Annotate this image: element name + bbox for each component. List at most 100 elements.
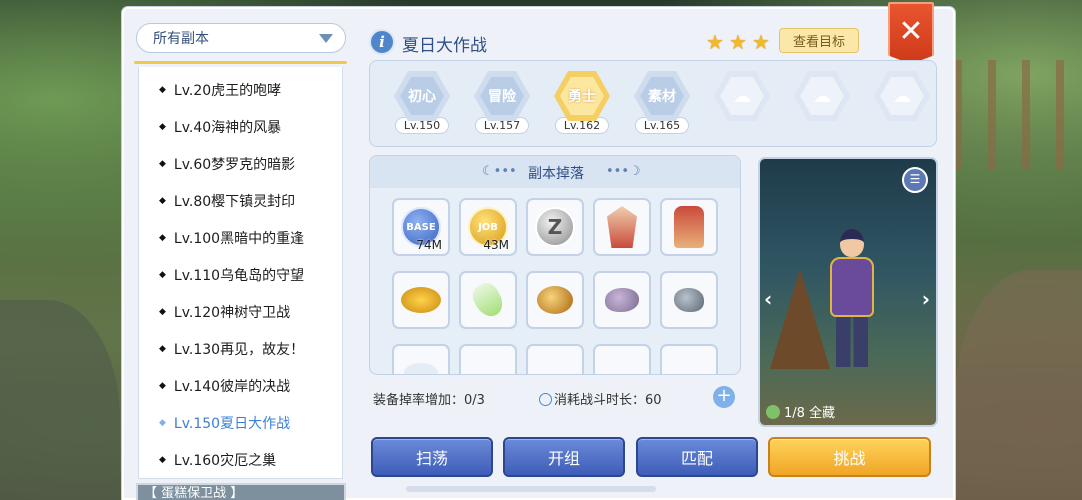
- drop-item[interactable]: [392, 344, 450, 374]
- difficulty-warrior[interactable]: 勇士 Lv.162: [552, 71, 612, 141]
- red-cloak-icon: [607, 206, 637, 248]
- collection-icon: [766, 404, 780, 419]
- collection-progress: 1/8 全藏: [766, 402, 835, 421]
- difficulty-hex: ☁: [714, 71, 770, 121]
- drop-item[interactable]: [526, 271, 584, 329]
- drop-quantity: 74M: [416, 238, 442, 252]
- info-icon[interactable]: i: [369, 29, 395, 55]
- bullet-icon: ◆: [159, 381, 166, 391]
- list-item-label: Lv.130再见，故友！: [173, 342, 305, 358]
- list-item-label: Lv.80樱下镇灵封印: [173, 194, 296, 210]
- drop-item-empty: [593, 344, 651, 374]
- list-item[interactable]: ◆ Lv.100黑暗中的重逢: [139, 223, 344, 253]
- view-goals-button[interactable]: 查看目标: [779, 28, 859, 53]
- match-button[interactable]: 匹配: [636, 437, 758, 477]
- difficulty-locked[interactable]: ☁: [712, 71, 772, 141]
- list-item[interactable]: ◆ Lv.40海神的风暴: [139, 112, 344, 142]
- drops-title: 副本掉落: [528, 166, 584, 182]
- drop-item-empty: [459, 344, 517, 374]
- bullet-icon: ◆: [159, 159, 166, 169]
- red-garment-icon: [674, 206, 704, 248]
- drop-item[interactable]: [660, 198, 718, 256]
- character-legs: [836, 317, 868, 367]
- dungeon-list: ◆ Lv.20虎王的咆哮 ◆ Lv.40海神的风暴 ◆ Lv.60梦罗克的暗影 ◆ Lv…: [138, 67, 343, 479]
- drop-quantity: 43M: [483, 238, 509, 252]
- drop-item[interactable]: [593, 198, 651, 256]
- list-item[interactable]: ◆ Lv.160灾厄之巢: [139, 445, 344, 475]
- bullet-icon: ◆: [159, 307, 166, 317]
- clock-icon: [539, 393, 552, 406]
- dungeon-window: 所有副本 ◆ Lv.20虎王的咆哮 ◆ Lv.40海神的风暴 ◆ Lv.60梦罗克的暗…: [122, 2, 955, 500]
- drop-item[interactable]: [459, 271, 517, 329]
- list-item-label: Lv.60梦罗克的暗影: [173, 157, 296, 173]
- purple-ore-icon: [605, 288, 639, 312]
- add-time-button[interactable]: +: [713, 386, 735, 408]
- stats-bar: 装备掉率增加：0/3 消耗战斗时长：60 +: [369, 381, 741, 413]
- drop-item[interactable]: [392, 271, 450, 329]
- grey-ore-icon: [674, 288, 704, 312]
- list-item[interactable]: ◆ Lv.20虎王的咆哮: [139, 75, 344, 105]
- star-icon: ★: [729, 30, 747, 54]
- list-item-selected[interactable]: ◆ Lv.150夏日大作战: [139, 408, 344, 438]
- list-item[interactable]: ◆ Lv.130再见，故友！: [139, 334, 344, 364]
- list-item[interactable]: ◆ Lv.110乌龟岛的守望: [139, 260, 344, 290]
- battle-time-text: 消耗战斗时长：60: [554, 393, 662, 408]
- list-item[interactable]: ◆ Lv.140彼岸的决战: [139, 371, 344, 401]
- difficulty-hex: 初心: [394, 71, 450, 121]
- star-rating: ★ ★ ★: [706, 32, 772, 52]
- list-item[interactable]: ◆ Lv.120神树守卫战: [139, 297, 344, 327]
- bullet-icon: ◆: [159, 196, 166, 206]
- close-icon: ✕: [898, 14, 924, 49]
- chevron-down-icon: [319, 34, 333, 43]
- dungeon-filter-dropdown[interactable]: 所有副本: [136, 23, 346, 53]
- group-button[interactable]: 开组: [503, 437, 625, 477]
- list-item[interactable]: ◆ Lv.60梦罗克的暗影: [139, 149, 344, 179]
- bullet-icon: ◆: [159, 455, 166, 465]
- close-button[interactable]: ✕: [888, 2, 934, 64]
- bullet-icon: ◆: [159, 122, 166, 132]
- list-item-label: Lv.150夏日大作战: [173, 416, 291, 432]
- challenge-button[interactable]: 挑战: [768, 437, 931, 477]
- list-icon: ☰: [909, 172, 921, 186]
- bullet-icon: ◆: [159, 85, 166, 95]
- bullet-icon: ◆: [159, 233, 166, 243]
- drop-item[interactable]: [660, 271, 718, 329]
- dungeon-title: 夏日大作战: [402, 36, 487, 56]
- drop-item[interactable]: Z: [526, 198, 584, 256]
- difficulty-material[interactable]: 素材 Lv.165: [632, 71, 692, 141]
- background-fence: [954, 60, 1082, 170]
- character-head: [840, 229, 864, 257]
- star-icon: ★: [706, 30, 724, 54]
- sweep-button[interactable]: 扫荡: [371, 437, 493, 477]
- dropdown-label: 所有副本: [153, 31, 209, 47]
- drop-item[interactable]: BASE 74M: [392, 198, 450, 256]
- character-model: [828, 229, 876, 369]
- difficulty-locked[interactable]: ☁: [872, 71, 932, 141]
- drop-item[interactable]: JOB 43M: [459, 198, 517, 256]
- collection-text: 1/8 全藏: [784, 406, 836, 421]
- difficulty-hex: 冒险: [474, 71, 530, 121]
- event-banner[interactable]: 【 蛋糕保卫战 】: [136, 483, 346, 500]
- drop-item[interactable]: [593, 271, 651, 329]
- battle-time: 消耗战斗时长：60: [539, 389, 662, 408]
- difficulty-name: 勇士: [560, 77, 604, 115]
- difficulty-novice[interactable]: 初心 Lv.150: [392, 71, 452, 141]
- list-item-label: Lv.100黑暗中的重逢: [173, 231, 305, 247]
- difficulty-hex: 勇士: [554, 71, 610, 121]
- star-icon: ★: [752, 30, 770, 54]
- list-item[interactable]: ◆ Lv.80樱下镇灵封印: [139, 186, 344, 216]
- difficulty-adventure[interactable]: 冒险 Lv.157: [472, 71, 532, 141]
- dropdown-underline: [134, 61, 347, 64]
- difficulty-name: 初心: [400, 77, 444, 115]
- outfit-list-button[interactable]: ☰: [902, 167, 928, 193]
- list-item-label: Lv.160灾厄之巢: [173, 453, 277, 469]
- list-item-label: Lv.120神树守卫战: [173, 305, 291, 321]
- difficulty-name: 冒险: [480, 77, 524, 115]
- list-item-label: Lv.40海神的风暴: [173, 120, 282, 136]
- prev-arrow-icon[interactable]: ‹: [764, 287, 772, 311]
- next-arrow-icon[interactable]: ›: [922, 287, 930, 311]
- difficulty-hex: 素材: [634, 71, 690, 121]
- difficulty-locked[interactable]: ☁: [792, 71, 852, 141]
- drop-item-empty: [660, 344, 718, 374]
- difficulty-row: 初心 Lv.150 冒险 Lv.157 勇士 Lv.162 素材 Lv.165 …: [369, 60, 937, 147]
